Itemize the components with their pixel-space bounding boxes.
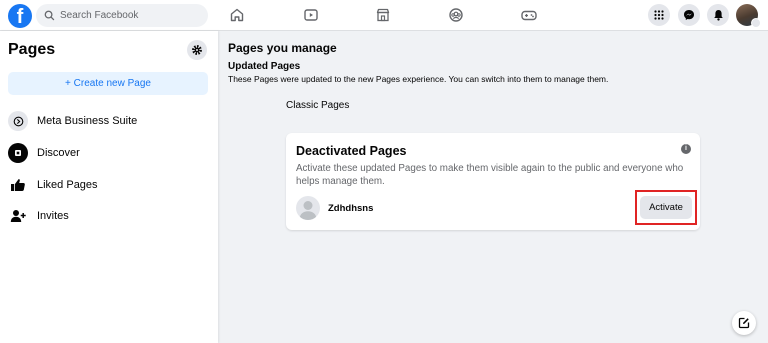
watch-icon[interactable]: [300, 5, 322, 25]
page-name[interactable]: Zdhdhsns: [328, 203, 373, 214]
top-navigation-bar: f: [0, 0, 768, 31]
sidebar-item-label: Liked Pages: [37, 179, 98, 191]
info-icon[interactable]: i: [681, 144, 691, 154]
compose-icon: [738, 317, 750, 329]
groups-icon[interactable]: [445, 5, 467, 25]
business-suite-icon: [8, 111, 28, 131]
create-new-page-button[interactable]: + Create new Page: [8, 72, 208, 95]
gaming-icon[interactable]: [518, 5, 540, 25]
new-message-button[interactable]: [732, 311, 756, 335]
sidebar: Pages + Create new Page Meta Business Su…: [0, 31, 218, 343]
card-description: Activate these updated Pages to make the…: [296, 163, 684, 187]
page-avatar: [296, 196, 320, 220]
updated-pages-description: These Pages were updated to the new Page…: [228, 74, 609, 84]
activate-highlight: Activate: [635, 190, 697, 225]
classic-pages-label: Classic Pages: [286, 100, 350, 111]
discover-icon: [8, 143, 28, 163]
sidebar-item-label: Discover: [37, 147, 80, 159]
page-title: Pages you manage: [228, 41, 337, 55]
card-title: Deactivated Pages: [296, 144, 407, 158]
invite-icon: [8, 206, 28, 226]
messenger-icon[interactable]: [678, 4, 700, 26]
facebook-logo[interactable]: f: [8, 4, 32, 28]
search-box[interactable]: [36, 4, 208, 27]
sidebar-item-meta-business-suite[interactable]: Meta Business Suite: [8, 109, 208, 133]
home-icon[interactable]: [226, 5, 248, 25]
search-input[interactable]: [60, 10, 200, 21]
sidebar-item-discover[interactable]: Discover: [8, 141, 208, 165]
gear-icon[interactable]: [187, 40, 207, 60]
account-avatar[interactable]: [736, 4, 761, 28]
sidebar-item-label: Invites: [37, 210, 69, 222]
updated-pages-heading: Updated Pages: [228, 61, 301, 72]
search-icon: [44, 10, 55, 21]
chevron-down-icon[interactable]: [751, 18, 761, 28]
sidebar-title: Pages: [8, 41, 56, 58]
sidebar-item-liked-pages[interactable]: Liked Pages: [8, 173, 208, 197]
notifications-icon[interactable]: [707, 4, 729, 26]
sidebar-item-invites[interactable]: Invites: [8, 204, 208, 228]
menu-grid-icon[interactable]: [648, 4, 670, 26]
sidebar-item-label: Meta Business Suite: [37, 115, 138, 127]
activate-button[interactable]: Activate: [640, 196, 692, 219]
marketplace-icon[interactable]: [372, 5, 394, 25]
like-icon: [8, 175, 28, 195]
deactivated-pages-card: Deactivated Pages i Activate these updat…: [286, 133, 700, 230]
